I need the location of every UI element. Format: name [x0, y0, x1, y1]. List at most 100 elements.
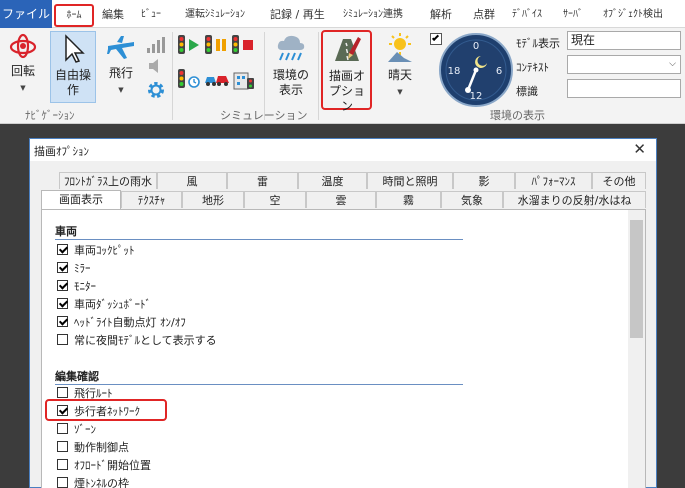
option-checkbox[interactable]	[57, 244, 68, 255]
tab-other[interactable]: その他	[592, 172, 646, 189]
rain-cloud-icon	[277, 35, 305, 61]
rotate-label: 回転	[10, 64, 35, 78]
tab-home[interactable]: ﾎｰﾑ	[54, 4, 94, 27]
option-checkbox[interactable]	[57, 441, 68, 452]
speaker-icon[interactable]	[147, 58, 165, 74]
option-label: ｿﾞｰﾝ	[74, 423, 96, 436]
rotate-button[interactable]: 回転 ▼	[4, 32, 42, 104]
context-dropdown[interactable]: ⌵	[567, 55, 681, 74]
environment-display-label-1: 環境の	[272, 68, 309, 82]
section-heading-vehicle: 車両	[55, 225, 77, 238]
fly-button[interactable]: 飛行 ▼	[103, 32, 139, 104]
chevron-down-icon[interactable]: ▼	[103, 83, 139, 98]
sign-field[interactable]	[567, 79, 681, 98]
sign-label: 標識	[516, 85, 538, 98]
model-display-value: 現在	[571, 33, 596, 47]
option-row[interactable]: ﾓﾆﾀｰ	[57, 280, 96, 294]
option-checkbox[interactable]	[57, 459, 68, 470]
draw-options-button[interactable]: 描画オ プション	[324, 33, 370, 113]
option-row[interactable]: 車両ﾀﾞｯｼｭﾎﾞｰﾄﾞ	[57, 298, 151, 312]
building-traffic-icon[interactable]	[232, 68, 256, 90]
tab-terrain[interactable]: 地形	[182, 191, 244, 208]
tab-weather[interactable]: 気象	[441, 191, 503, 208]
group-label-simulation: シミュレーション	[220, 109, 308, 122]
option-checkbox[interactable]	[57, 334, 68, 345]
tab-point-cloud[interactable]: 点群	[473, 5, 495, 25]
option-row[interactable]: ﾐﾗｰ	[57, 262, 91, 276]
dialog-title: 描画ｵﾌﾟｼｮﾝ	[34, 145, 89, 158]
chevron-down-icon[interactable]: ▼	[378, 85, 422, 100]
tab-time-lighting[interactable]: 時間と照明	[367, 172, 453, 189]
gear-icon[interactable]	[146, 80, 166, 100]
weather-fine-button[interactable]: 晴天 ▼	[378, 32, 422, 104]
tab-performance[interactable]: ﾊﾟﾌｫｰﾏﾝｽ	[515, 172, 592, 189]
option-checkbox[interactable]	[57, 387, 68, 398]
airplane-icon	[107, 36, 134, 59]
chevron-down-icon: ⌵	[669, 59, 676, 69]
draw-options-label-1: 描画オ	[328, 69, 365, 83]
traffic-light-pause-icon[interactable]	[204, 34, 228, 56]
tab-fog[interactable]: 霧	[376, 191, 441, 208]
option-row[interactable]: ﾍｯﾄﾞﾗｲﾄ自動点灯 ｵﾝ/ｵﾌ	[57, 316, 186, 330]
option-checkbox[interactable]	[57, 280, 68, 291]
option-label: ｵﾌﾛｰﾄﾞ開始位置	[74, 459, 151, 472]
draw-options-dialog: 描画ｵﾌﾟｼｮﾝ ✕ ﾌﾛﾝﾄｶﾞﾗｽ上の雨水 風 雷 温度 時間と照明 影 ﾊ…	[29, 138, 657, 488]
separator	[318, 32, 319, 120]
tab-edit[interactable]: 編集	[102, 5, 124, 25]
tab-driving-sim[interactable]: 運転ｼﾐｭﾚｰｼｮﾝ	[185, 5, 245, 25]
section-divider	[55, 384, 463, 385]
tab-clouds[interactable]: 雲	[306, 191, 376, 208]
tab-puddle-reflection[interactable]: 水溜まりの反射/水はね	[503, 191, 646, 208]
cars-icon[interactable]	[204, 70, 230, 88]
traffic-light-timer-icon[interactable]	[177, 68, 201, 90]
tab-sim-link[interactable]: ｼﾐｭﾚｰｼｮﾝ連携	[343, 5, 403, 25]
environment-display-button[interactable]: 環境の 表示	[268, 32, 314, 104]
group-label-navigation: ﾅﾋﾞｹﾞｰｼｮﾝ	[25, 109, 75, 122]
tab-object-detect[interactable]: ｵﾌﾞｼﾞｪｸﾄ検出	[603, 5, 663, 25]
tab-screen-display[interactable]: 画面表示	[41, 190, 121, 209]
option-label: 動作制御点	[74, 441, 129, 454]
option-checkbox[interactable]	[57, 298, 68, 309]
tab-analysis[interactable]: 解析	[430, 5, 452, 25]
free-operation-label-1: 自由操	[54, 68, 91, 82]
option-label: ﾍｯﾄﾞﾗｲﾄ自動点灯 ｵﾝ/ｵﾌ	[74, 316, 186, 329]
option-checkbox[interactable]	[57, 423, 68, 434]
tab-thunder[interactable]: 雷	[227, 172, 298, 189]
tab-texture[interactable]: ﾃｸｽﾁｬ	[121, 191, 182, 208]
time-of-day-clock-icon[interactable]: 0 12 18 6	[438, 32, 514, 108]
option-row[interactable]: ｵﾌﾛｰﾄﾞ開始位置	[57, 459, 151, 473]
option-checkbox[interactable]	[57, 262, 68, 273]
ribbon-tab-bar: ファイル ﾎｰﾑ 編集 ﾋﾞｭｰ 運転ｼﾐｭﾚｰｼｮﾝ 記録 / 再生 ｼﾐｭﾚ…	[0, 0, 685, 28]
option-label: 常に夜間ﾓﾃﾞﾙとして表示する	[74, 334, 217, 347]
option-row[interactable]: 煙ﾄﾝﾈﾙの枠	[57, 477, 129, 488]
option-row[interactable]: ｿﾞｰﾝ	[57, 423, 96, 437]
traffic-light-play-icon[interactable]	[177, 34, 201, 56]
tab-sky[interactable]: 空	[244, 191, 306, 208]
tab-view[interactable]: ﾋﾞｭｰ	[141, 5, 161, 25]
free-operation-button[interactable]: 自由操 作	[50, 31, 96, 103]
tab-wind[interactable]: 風	[157, 172, 227, 189]
sun-icon	[388, 33, 412, 62]
option-checkbox[interactable]	[57, 477, 68, 488]
option-row[interactable]: 車両ｺｯｸﾋﾟｯﾄ	[57, 244, 135, 258]
option-row[interactable]: 常に夜間ﾓﾃﾞﾙとして表示する	[57, 334, 217, 348]
tab-windshield-rain[interactable]: ﾌﾛﾝﾄｶﾞﾗｽ上の雨水	[59, 172, 157, 189]
scrollbar-thumb[interactable]	[630, 220, 643, 338]
tab-temperature[interactable]: 温度	[298, 172, 367, 189]
signal-bars-icon[interactable]	[146, 36, 166, 54]
model-display-label: ﾓﾃﾞﾙ表示	[516, 37, 560, 50]
tab-shadow[interactable]: 影	[453, 172, 515, 189]
fly-label: 飛行	[108, 66, 133, 80]
vertical-scrollbar[interactable]	[628, 210, 645, 488]
tab-device[interactable]: ﾃﾞﾊﾞｲｽ	[512, 5, 542, 25]
option-checkbox[interactable]	[57, 316, 68, 327]
chevron-down-icon[interactable]: ▼	[4, 81, 42, 96]
model-display-field[interactable]: 現在	[567, 31, 681, 50]
option-row[interactable]: 動作制御点	[57, 441, 129, 455]
close-icon[interactable]: ✕	[633, 140, 646, 158]
tab-record-play[interactable]: 記録 / 再生	[270, 5, 325, 25]
pedestrian-network-highlight	[45, 399, 167, 421]
tab-file[interactable]: ファイル	[0, 0, 52, 28]
tab-server[interactable]: ｻｰﾊﾞ	[563, 5, 583, 25]
traffic-light-stop-icon[interactable]	[231, 34, 255, 56]
